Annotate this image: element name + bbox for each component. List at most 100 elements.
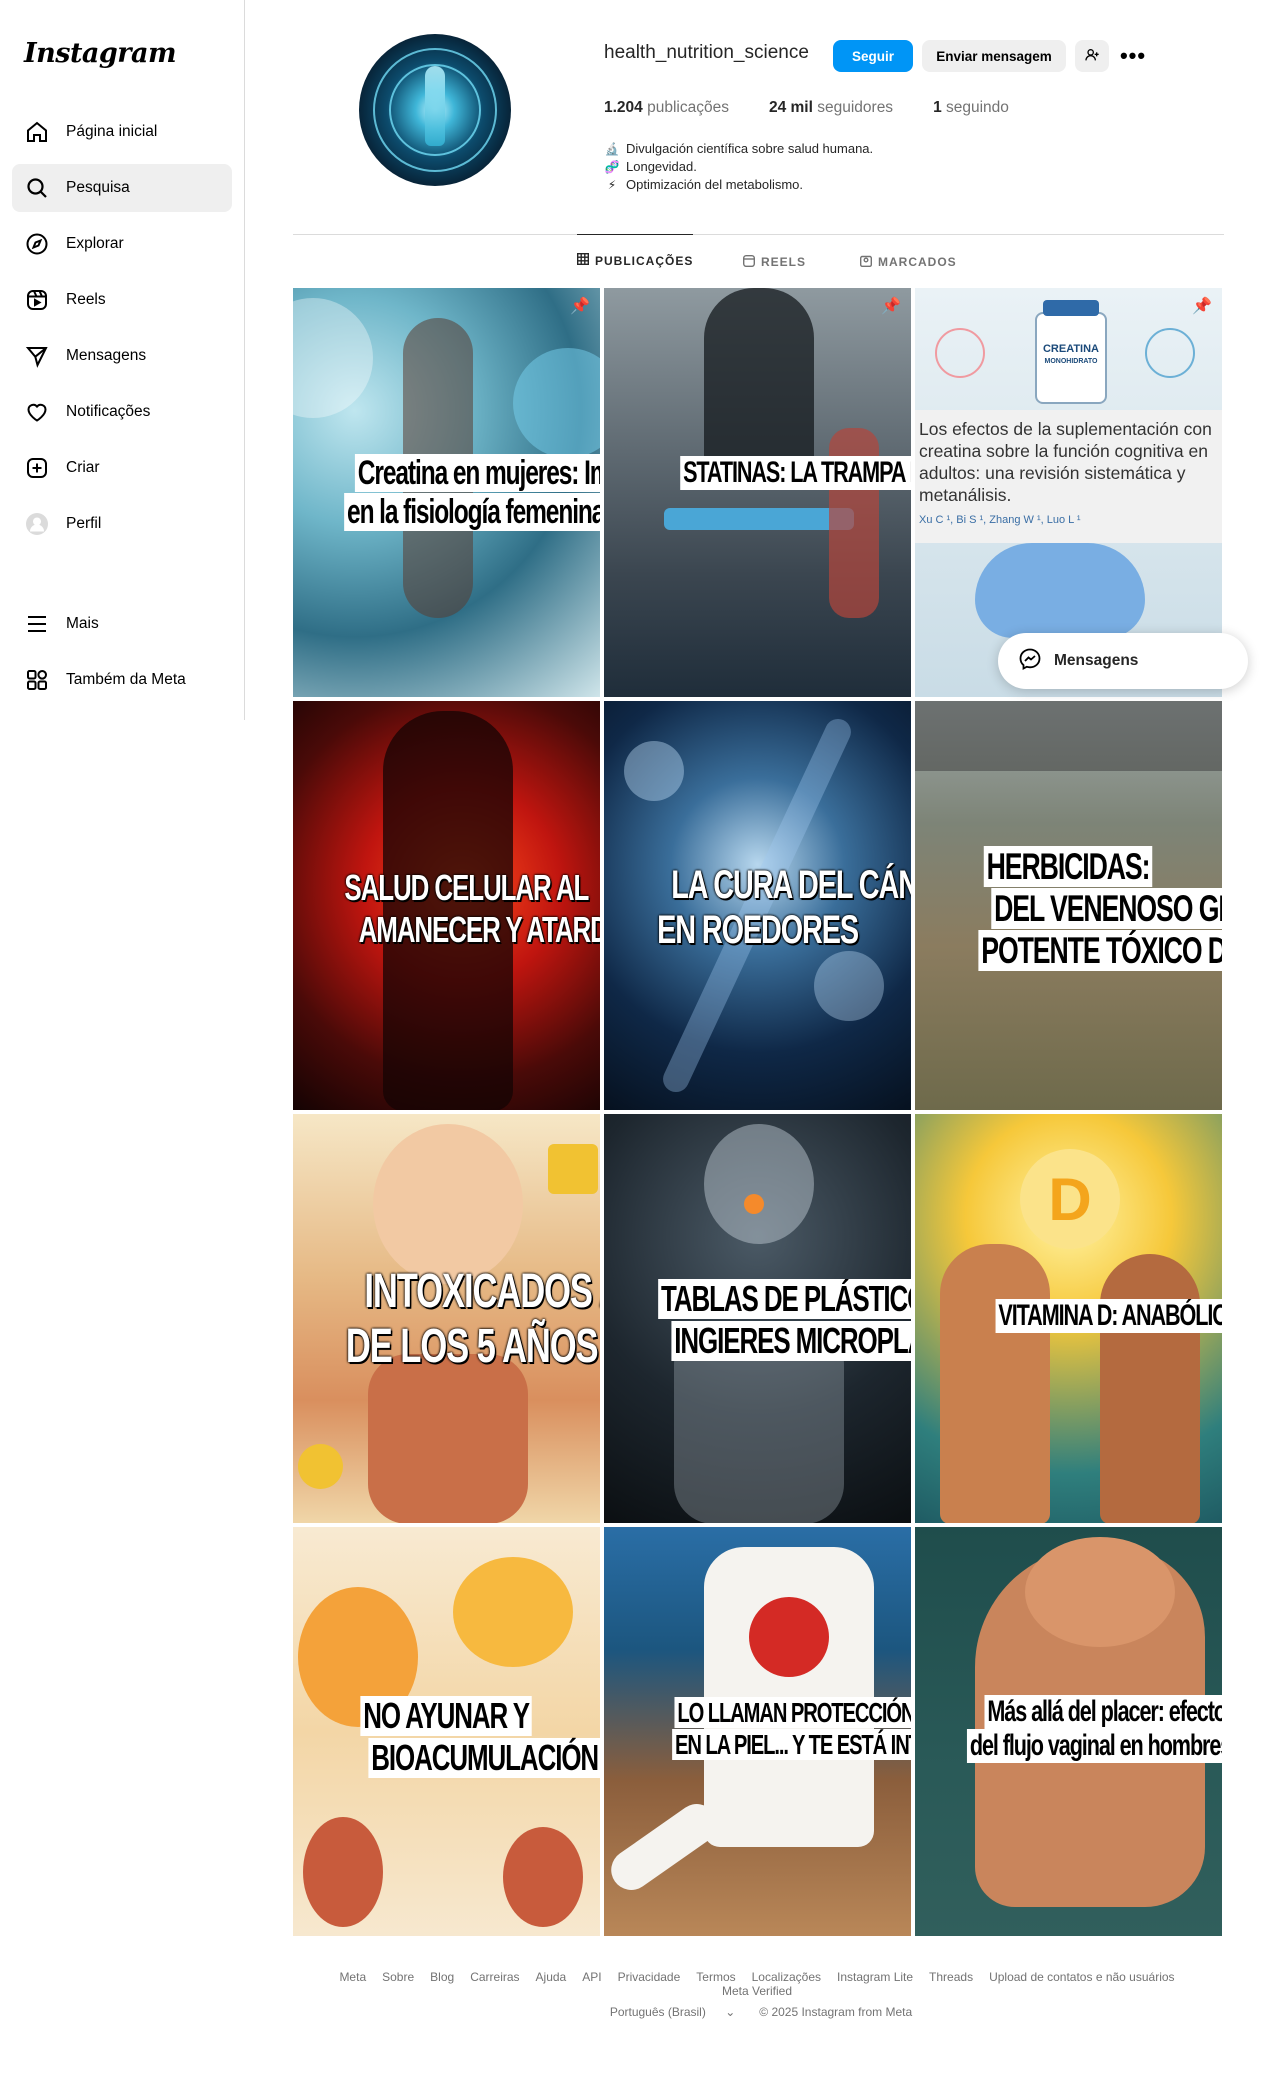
- send-message-button[interactable]: Enviar mensagem: [922, 40, 1066, 72]
- avatar-icon: [24, 511, 50, 537]
- pinned-icon: 📌: [881, 298, 901, 315]
- sidebar-item-messages[interactable]: Mensagens: [12, 332, 232, 380]
- bio-text: Optimización del metabolismo.: [626, 177, 804, 192]
- sidebar-item-notifications[interactable]: Notificações: [12, 388, 232, 436]
- post-caption: HERBICIDAS: DEL VENENOSO GLIFOSATO AL PO…: [915, 846, 1222, 972]
- footer-link[interactable]: Sobre: [382, 1970, 414, 1984]
- followers-count: 24 mil: [768, 99, 813, 116]
- followers-stat[interactable]: 24 mil seguidores: [769, 99, 893, 117]
- post-caption: SALUD CELULAR AL AMANECER Y ATARDECER: [293, 867, 600, 951]
- follow-button[interactable]: Seguir: [833, 40, 913, 72]
- bottle-label-line: MONOHIDRATO: [1044, 358, 1098, 365]
- sidebar-item-label: Perfil: [66, 515, 102, 532]
- footer-link[interactable]: Meta: [339, 1970, 366, 1984]
- post-caption: LO LLAMAN PROTECCIÓN, LO APLICAS EN LA P…: [604, 1697, 911, 1761]
- posts-stat: 1.204 publicações: [604, 99, 729, 117]
- sidebar-item-home[interactable]: Página inicial: [12, 108, 232, 156]
- post-caption: VITAMINA D: ANABÓLICA Y REGULADORA: [915, 1299, 1222, 1333]
- article-snippet: Los efectos de la suplementación con cre…: [915, 410, 1222, 543]
- suggest-user-button[interactable]: [1075, 40, 1109, 72]
- post-caption: STATINAS: LA TRAMPA FARMACÉUTICA: [604, 456, 911, 490]
- footer-link[interactable]: Termos: [696, 1970, 735, 1984]
- tab-reels[interactable]: REELS: [742, 236, 806, 288]
- footer-link[interactable]: Threads: [929, 1970, 973, 1984]
- post-tile[interactable]: HERBICIDAS: DEL VENENOSO GLIFOSATO AL PO…: [915, 701, 1222, 1110]
- language-label: Português (Brasil): [609, 2005, 706, 2019]
- tab-tagged[interactable]: MARCADOS: [859, 236, 957, 288]
- post-tile[interactable]: D VITAMINA D: ANABÓLICA Y REGULADORA: [915, 1114, 1222, 1523]
- article-title-line: creatina sobre la función cognitiva en: [919, 441, 1208, 461]
- copyright: © 2025 Instagram from Meta: [759, 2005, 913, 2019]
- sidebar-item-reels[interactable]: Reels: [12, 276, 232, 324]
- molecule-shape: [935, 328, 985, 378]
- virus-shape: [624, 741, 684, 801]
- brain-shape: [975, 543, 1145, 638]
- avatar-figure: [425, 66, 445, 146]
- post-tile[interactable]: LA CURA DEL CÁNCER... EN ROEDORES: [604, 701, 911, 1110]
- sidebar-item-more[interactable]: Mais: [12, 600, 232, 648]
- caption-line: BIOACUMULACIÓN DE TÓXICOS: [368, 1737, 600, 1779]
- footer-link[interactable]: Blog: [430, 1970, 454, 1984]
- hazard-icon: [298, 1444, 343, 1489]
- sidebar-item-explore[interactable]: Explorar: [12, 220, 232, 268]
- caption-line: LO LLAMAN PROTECCIÓN, LO APLICAS: [674, 1697, 911, 1729]
- posts-count: 1.204: [604, 99, 643, 116]
- vitamin-d-badge: D: [1020, 1149, 1120, 1249]
- post-tile[interactable]: Más allá del placer: efectos biológicos …: [915, 1527, 1222, 1936]
- organs-shape: [368, 1354, 528, 1523]
- instagram-logo[interactable]: Instagram: [12, 34, 232, 74]
- language-selector[interactable]: Português (Brasil) ⌄: [602, 2005, 743, 2019]
- post-caption: NO AYUNAR Y BIOACUMULACIÓN DE TÓXICOS: [293, 1695, 600, 1779]
- messenger-icon: [1018, 647, 1042, 676]
- post-tile[interactable]: 📌 STATINAS: LA TRAMPA FARMACÉUTICA: [604, 288, 911, 697]
- footer-link[interactable]: Localizações: [752, 1970, 821, 1984]
- post-tile[interactable]: SALUD CELULAR AL AMANECER Y ATARDECER: [293, 701, 600, 1110]
- pinned-icon: 📌: [570, 298, 590, 315]
- lightning-icon: ⚡: [607, 178, 617, 192]
- sidebar-item-search[interactable]: Pesquisa: [12, 164, 232, 212]
- creatine-bottle: CREATINA MONOHIDRATO: [1035, 300, 1107, 404]
- following-stat[interactable]: 1 seguindo: [933, 99, 1009, 117]
- caption-line: en la fisiología femenina: [344, 493, 600, 532]
- tab-posts[interactable]: PUBLICAÇÕES: [576, 234, 694, 286]
- search-icon: [24, 175, 50, 201]
- messages-pill[interactable]: Mensagens: [998, 633, 1248, 689]
- caption-line: LA CURA DEL CÁNCER...: [671, 863, 911, 907]
- sidebar-item-label: Criar: [66, 459, 100, 476]
- sidebar-item-meta[interactable]: Também da Meta: [12, 656, 232, 704]
- head-shape: [704, 1124, 814, 1244]
- post-tile[interactable]: 📌 Creatina en mujeres: Impacto en la fis…: [293, 288, 600, 697]
- kidney-shape: [303, 1817, 383, 1927]
- sidebar-item-profile[interactable]: Perfil: [12, 500, 232, 548]
- profile-avatar[interactable]: [359, 34, 511, 186]
- followers-label: seguidores: [817, 99, 894, 116]
- footer-link[interactable]: Carreiras: [470, 1970, 519, 1984]
- post-tile[interactable]: INTOXICADOS ANTES DE LOS 5 AÑOS: [293, 1114, 600, 1523]
- posts-grid: 📌 Creatina en mujeres: Impacto en la fis…: [293, 288, 1222, 1936]
- footer-link[interactable]: Ajuda: [536, 1970, 567, 1984]
- footer-link[interactable]: Privacidade: [618, 1970, 681, 1984]
- heart-icon: [24, 399, 50, 425]
- tabs-divider: [293, 234, 1224, 235]
- footer-link[interactable]: Meta Verified: [722, 1984, 792, 1998]
- post-tile[interactable]: NO AYUNAR Y BIOACUMULACIÓN DE TÓXICOS: [293, 1527, 600, 1936]
- post-tile[interactable]: TABLAS DE PLÁSTICO: INGIERES MICROPLÁSTI…: [604, 1114, 911, 1523]
- profile-username: health_nutrition_science: [604, 42, 809, 63]
- sidebar-item-create[interactable]: Criar: [12, 444, 232, 492]
- brain-shape: [1025, 1537, 1175, 1647]
- article-title-line: adultos: una revisión sistemática y: [919, 463, 1186, 483]
- bio-text: Divulgación científica sobre salud human…: [626, 141, 874, 156]
- post-caption: LA CURA DEL CÁNCER... EN ROEDORES: [604, 863, 911, 953]
- article-title-line: Los efectos de la suplementación con: [919, 419, 1212, 439]
- tractor-shape: [915, 701, 1222, 771]
- footer-bottom: Português (Brasil) ⌄ © 2025 Instagram fr…: [293, 2005, 1221, 2019]
- sidebar-item-label: Notificações: [66, 403, 151, 420]
- following-count: 1: [933, 99, 942, 116]
- post-tile[interactable]: LO LLAMAN PROTECCIÓN, LO APLICAS EN LA P…: [604, 1527, 911, 1936]
- post-caption: INTOXICADOS ANTES DE LOS 5 AÑOS: [293, 1264, 600, 1374]
- options-button[interactable]: •••: [1118, 40, 1148, 72]
- footer-link[interactable]: Instagram Lite: [837, 1970, 913, 1984]
- footer-link[interactable]: API: [582, 1970, 601, 1984]
- footer-link[interactable]: Upload de contatos e não usuários: [989, 1970, 1174, 1984]
